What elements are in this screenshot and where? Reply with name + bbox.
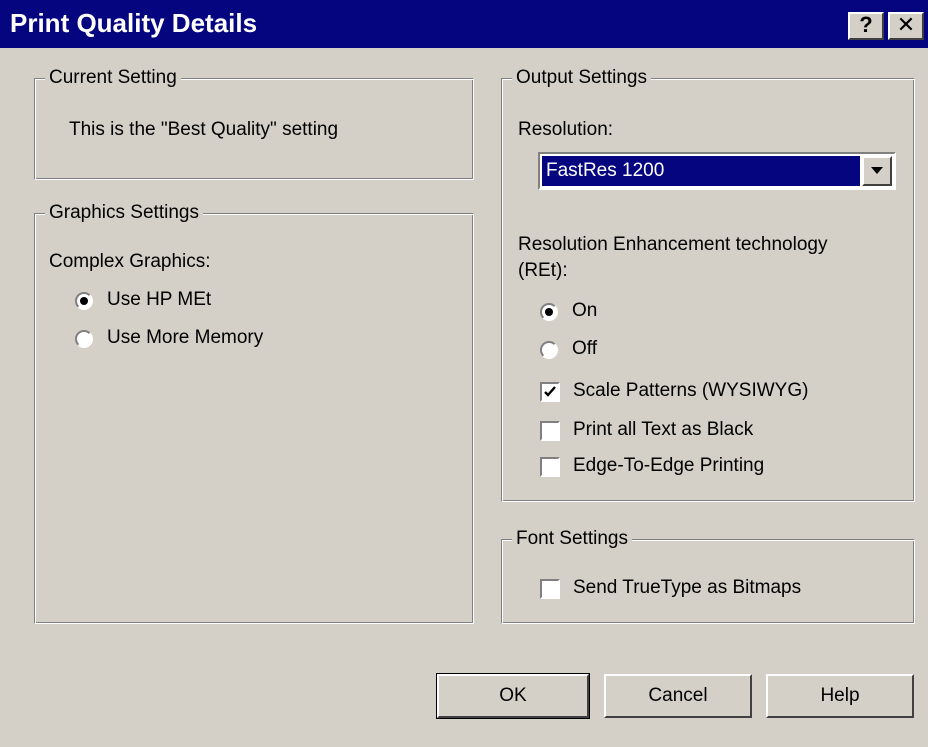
current-setting-text: This is the "Best Quality" setting [69,119,339,140]
help-button[interactable]: Help [766,674,914,718]
radio-ret-on[interactable]: On [540,299,690,325]
close-button[interactable]: ✕ [888,12,924,40]
radio-label: Use HP MEt [107,289,212,310]
radio-use-hp-met[interactable]: Use HP MEt [75,288,335,314]
checkbox-checked[interactable] [540,382,560,402]
font-settings-group: Font Settings Send TrueType as Bitmaps [501,528,915,624]
ok-button[interactable]: OK [436,673,590,719]
dropdown-arrow-button[interactable] [862,156,892,186]
font-settings-legend: Font Settings [512,528,632,550]
checkbox-edge-to-edge[interactable]: Edge-To-Edge Printing [540,454,880,480]
checkmark-icon [544,386,556,397]
print-quality-dialog: Print Quality Details ? ✕ Current Settin… [0,0,928,747]
graphics-settings-legend: Graphics Settings [45,202,203,224]
checkbox-label: Edge-To-Edge Printing [573,455,765,476]
current-setting-legend: Current Setting [45,67,181,89]
cancel-button[interactable]: Cancel [604,674,752,718]
complex-graphics-label: Complex Graphics: [49,251,211,272]
checkbox[interactable] [540,457,560,477]
radio-label: Off [572,338,597,359]
radio-button[interactable] [540,341,558,359]
output-settings-legend: Output Settings [512,67,651,89]
ret-label-2: (REt): [518,260,568,281]
radio-ret-off[interactable]: Off [540,337,690,363]
chevron-down-icon [871,167,883,174]
radio-label: Use More Memory [107,327,264,348]
checkbox-label: Scale Patterns (WYSIWYG) [573,380,809,401]
resolution-dropdown[interactable]: FastRes 1200 [538,152,896,190]
graphics-settings-group: Graphics Settings Complex Graphics: Use … [34,202,474,624]
checkbox-label: Print all Text as Black [573,419,754,440]
radio-label: On [572,300,598,321]
checkbox-print-text-black[interactable]: Print all Text as Black [540,418,880,444]
help-title-button[interactable]: ? [848,12,884,40]
resolution-label: Resolution: [518,119,614,140]
window-title: Print Quality Details [10,8,258,38]
resolution-selected-value[interactable]: FastRes 1200 [542,156,860,186]
radio-button-selected[interactable] [75,292,93,310]
current-setting-group: Current Setting This is the "Best Qualit… [34,67,474,180]
checkbox[interactable] [540,421,560,441]
ret-label: Resolution Enhancement technology [518,234,828,255]
checkbox[interactable] [540,579,560,599]
radio-use-more-memory[interactable]: Use More Memory [75,326,335,352]
checkbox-send-truetype[interactable]: Send TrueType as Bitmaps [540,576,880,602]
radio-button[interactable] [75,330,93,348]
question-mark-icon: ? [859,12,873,37]
output-settings-group: Output Settings Resolution: Resolution E… [501,67,915,502]
checkbox-scale-patterns[interactable]: Scale Patterns (WYSIWYG) [540,379,880,405]
radio-button-selected[interactable] [540,303,558,321]
close-icon: ✕ [896,12,916,37]
title-bar[interactable]: Print Quality Details ? ✕ [0,0,928,48]
checkbox-label: Send TrueType as Bitmaps [573,577,802,598]
